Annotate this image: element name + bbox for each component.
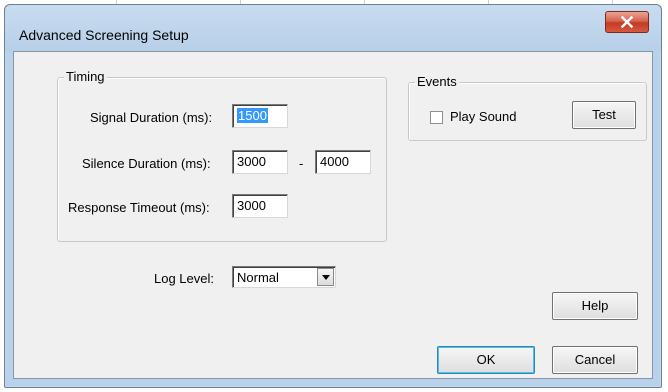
window-title: Advanced Screening Setup (19, 27, 189, 43)
help-button-label: Help (581, 298, 609, 313)
events-group-legend: Events (415, 74, 459, 89)
test-button-label: Test (592, 107, 616, 122)
help-button[interactable]: Help (552, 292, 638, 320)
log-level-label: Log Level: (154, 271, 214, 286)
response-timeout-input[interactable]: 3000 (232, 194, 288, 218)
log-level-selected-value: Normal (237, 270, 279, 285)
range-separator: - (299, 156, 304, 171)
silence-duration-min-input[interactable]: 3000 (232, 150, 288, 174)
log-level-select[interactable]: Normal (232, 266, 336, 288)
signal-duration-value: 1500 (237, 108, 268, 123)
test-button[interactable]: Test (572, 101, 636, 129)
response-timeout-label: Response Timeout (ms): (68, 200, 210, 215)
silence-duration-min-value: 3000 (237, 154, 266, 169)
close-button[interactable] (605, 11, 649, 33)
close-icon (621, 16, 633, 28)
silence-duration-max-value: 4000 (320, 154, 349, 169)
timing-group-legend: Timing (64, 69, 107, 84)
dialog-window: Advanced Screening Setup Timing Signal D… (4, 4, 662, 388)
play-sound-label[interactable]: Play Sound (450, 109, 517, 124)
cancel-button-label: Cancel (574, 352, 616, 367)
silence-duration-max-input[interactable]: 4000 (315, 150, 371, 174)
signal-duration-input[interactable]: 1500 (232, 104, 288, 128)
dialog-client-area: Timing Signal Duration (ms): 1500 Silenc… (13, 51, 653, 379)
ok-button[interactable]: OK (437, 346, 535, 374)
log-level-dropdown-button[interactable] (317, 268, 334, 286)
response-timeout-value: 3000 (237, 198, 266, 213)
cancel-button[interactable]: Cancel (552, 346, 638, 374)
silence-duration-label: Silence Duration (ms): (82, 156, 211, 171)
play-sound-checkbox[interactable] (430, 111, 443, 124)
chevron-down-icon (322, 275, 330, 280)
signal-duration-label: Signal Duration (ms): (90, 110, 213, 125)
title-bar[interactable]: Advanced Screening Setup (5, 5, 661, 51)
ok-button-label: OK (476, 352, 496, 367)
